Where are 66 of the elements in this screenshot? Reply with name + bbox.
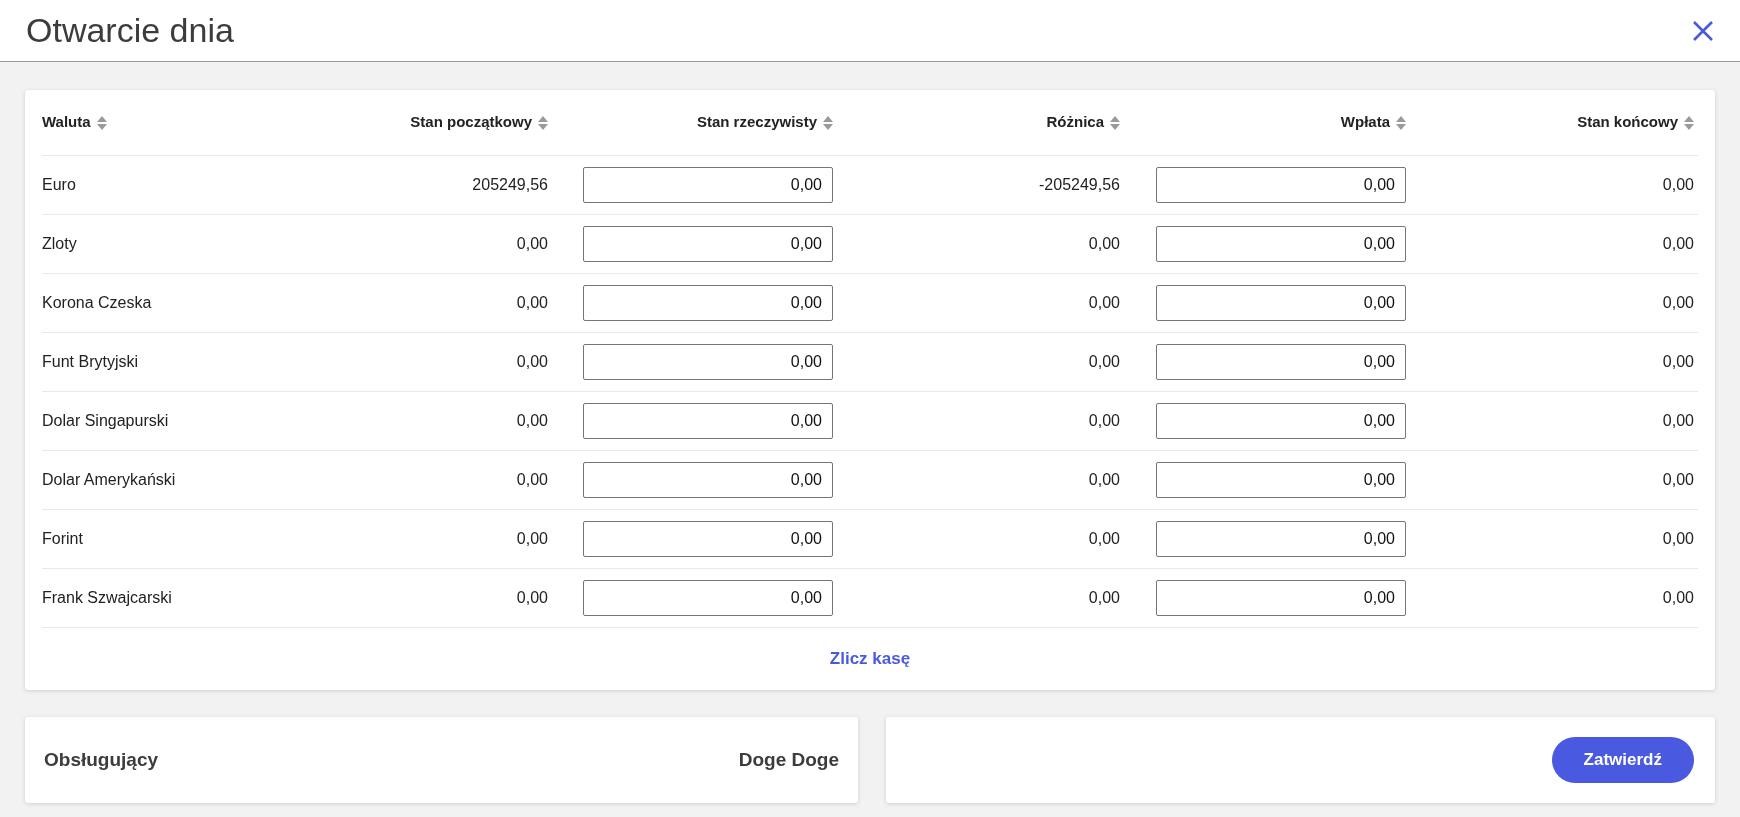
operator-label: Obsługujący <box>44 747 159 772</box>
currency-name: Dolar Amerykański <box>42 470 176 490</box>
currency-name: Korona Czeska <box>42 293 152 313</box>
sort-icon <box>96 115 107 130</box>
table-cell-text: 0,00 <box>1662 234 1694 254</box>
table-cell-text: 0,00 <box>516 529 548 549</box>
confirm-button[interactable]: Zatwierdź <box>1551 737 1694 783</box>
column-header[interactable]: Różnica <box>1046 111 1104 134</box>
column-header[interactable]: Stan końcowy <box>1577 111 1678 134</box>
table-cell-text: 0,00 <box>1088 470 1120 490</box>
sort-icon <box>1684 115 1694 130</box>
currency-name: Funt Brytyjski <box>42 352 138 372</box>
amount-input[interactable]: 0,00 <box>1156 344 1406 380</box>
table-cell-text: 0,00 <box>1088 293 1120 313</box>
operator-name: Doge Doge <box>738 747 839 772</box>
table-cell-text: 0,00 <box>516 470 548 490</box>
currency-name: Frank Szwajcarski <box>42 588 172 608</box>
table-cell-text: 0,00 <box>516 234 548 254</box>
currency-name: Zloty <box>42 234 77 254</box>
amount-input[interactable]: 0,00 <box>583 462 833 498</box>
amount-input[interactable]: 0,00 <box>1156 580 1406 616</box>
table-cell-text: 0,00 <box>1662 529 1694 549</box>
table-cell-text: 0,00 <box>1662 175 1694 195</box>
sort-icon <box>1396 115 1406 130</box>
table-cell-text: 0,00 <box>1662 411 1694 431</box>
table-cell-text: 0,00 <box>516 293 548 313</box>
table-cell-text: 0,00 <box>516 588 548 608</box>
amount-input[interactable]: 0,00 <box>583 285 833 321</box>
amount-input[interactable]: 0,00 <box>1156 462 1406 498</box>
count-cash-link[interactable]: Zlicz kasę <box>829 646 911 672</box>
table-cell-text: 0,00 <box>1088 352 1120 372</box>
close-icon[interactable] <box>1692 19 1714 42</box>
table-cell-text: 0,00 <box>1088 234 1120 254</box>
amount-input[interactable]: 0,00 <box>583 167 833 203</box>
amount-input[interactable]: 0,00 <box>1156 167 1406 203</box>
table-cell-text: 0,00 <box>1088 529 1120 549</box>
table-cell-text: 0,00 <box>1662 293 1694 313</box>
amount-input[interactable]: 0,00 <box>1156 226 1406 262</box>
table-cell-text: 205249,56 <box>472 175 548 195</box>
window-title: Otwarcie dnia <box>26 10 234 51</box>
column-header[interactable]: Wpłata <box>1340 111 1390 134</box>
amount-input[interactable]: 0,00 <box>583 580 833 616</box>
sort-icon <box>538 115 548 130</box>
table-cell-text: 0,00 <box>1662 588 1694 608</box>
amount-input[interactable]: 0,00 <box>583 403 833 439</box>
table-cell-text: 0,00 <box>516 352 548 372</box>
column-header[interactable]: Stan rzeczywisty <box>696 111 817 134</box>
currency-name: Forint <box>42 529 83 549</box>
amount-input[interactable]: 0,00 <box>583 226 833 262</box>
table-cell-text: -205249,56 <box>1039 175 1120 195</box>
amount-input[interactable]: 0,00 <box>1156 285 1406 321</box>
sort-icon <box>823 115 833 130</box>
sort-icon <box>1110 115 1120 130</box>
table-cell-text: 0,00 <box>516 411 548 431</box>
column-header[interactable]: Stan początkowy <box>410 111 532 134</box>
table-cell-text: 0,00 <box>1662 470 1694 490</box>
amount-input[interactable]: 0,00 <box>1156 521 1406 557</box>
column-header[interactable]: Waluta <box>42 111 91 134</box>
table-cell-text: 0,00 <box>1088 411 1120 431</box>
table-cell-text: 0,00 <box>1088 588 1120 608</box>
amount-input[interactable]: 0,00 <box>583 344 833 380</box>
currency-name: Dolar Singapurski <box>42 411 169 431</box>
table-cell-text: 0,00 <box>1662 352 1694 372</box>
amount-input[interactable]: 0,00 <box>1156 403 1406 439</box>
currency-name: Euro <box>42 175 76 195</box>
amount-input[interactable]: 0,00 <box>583 521 833 557</box>
